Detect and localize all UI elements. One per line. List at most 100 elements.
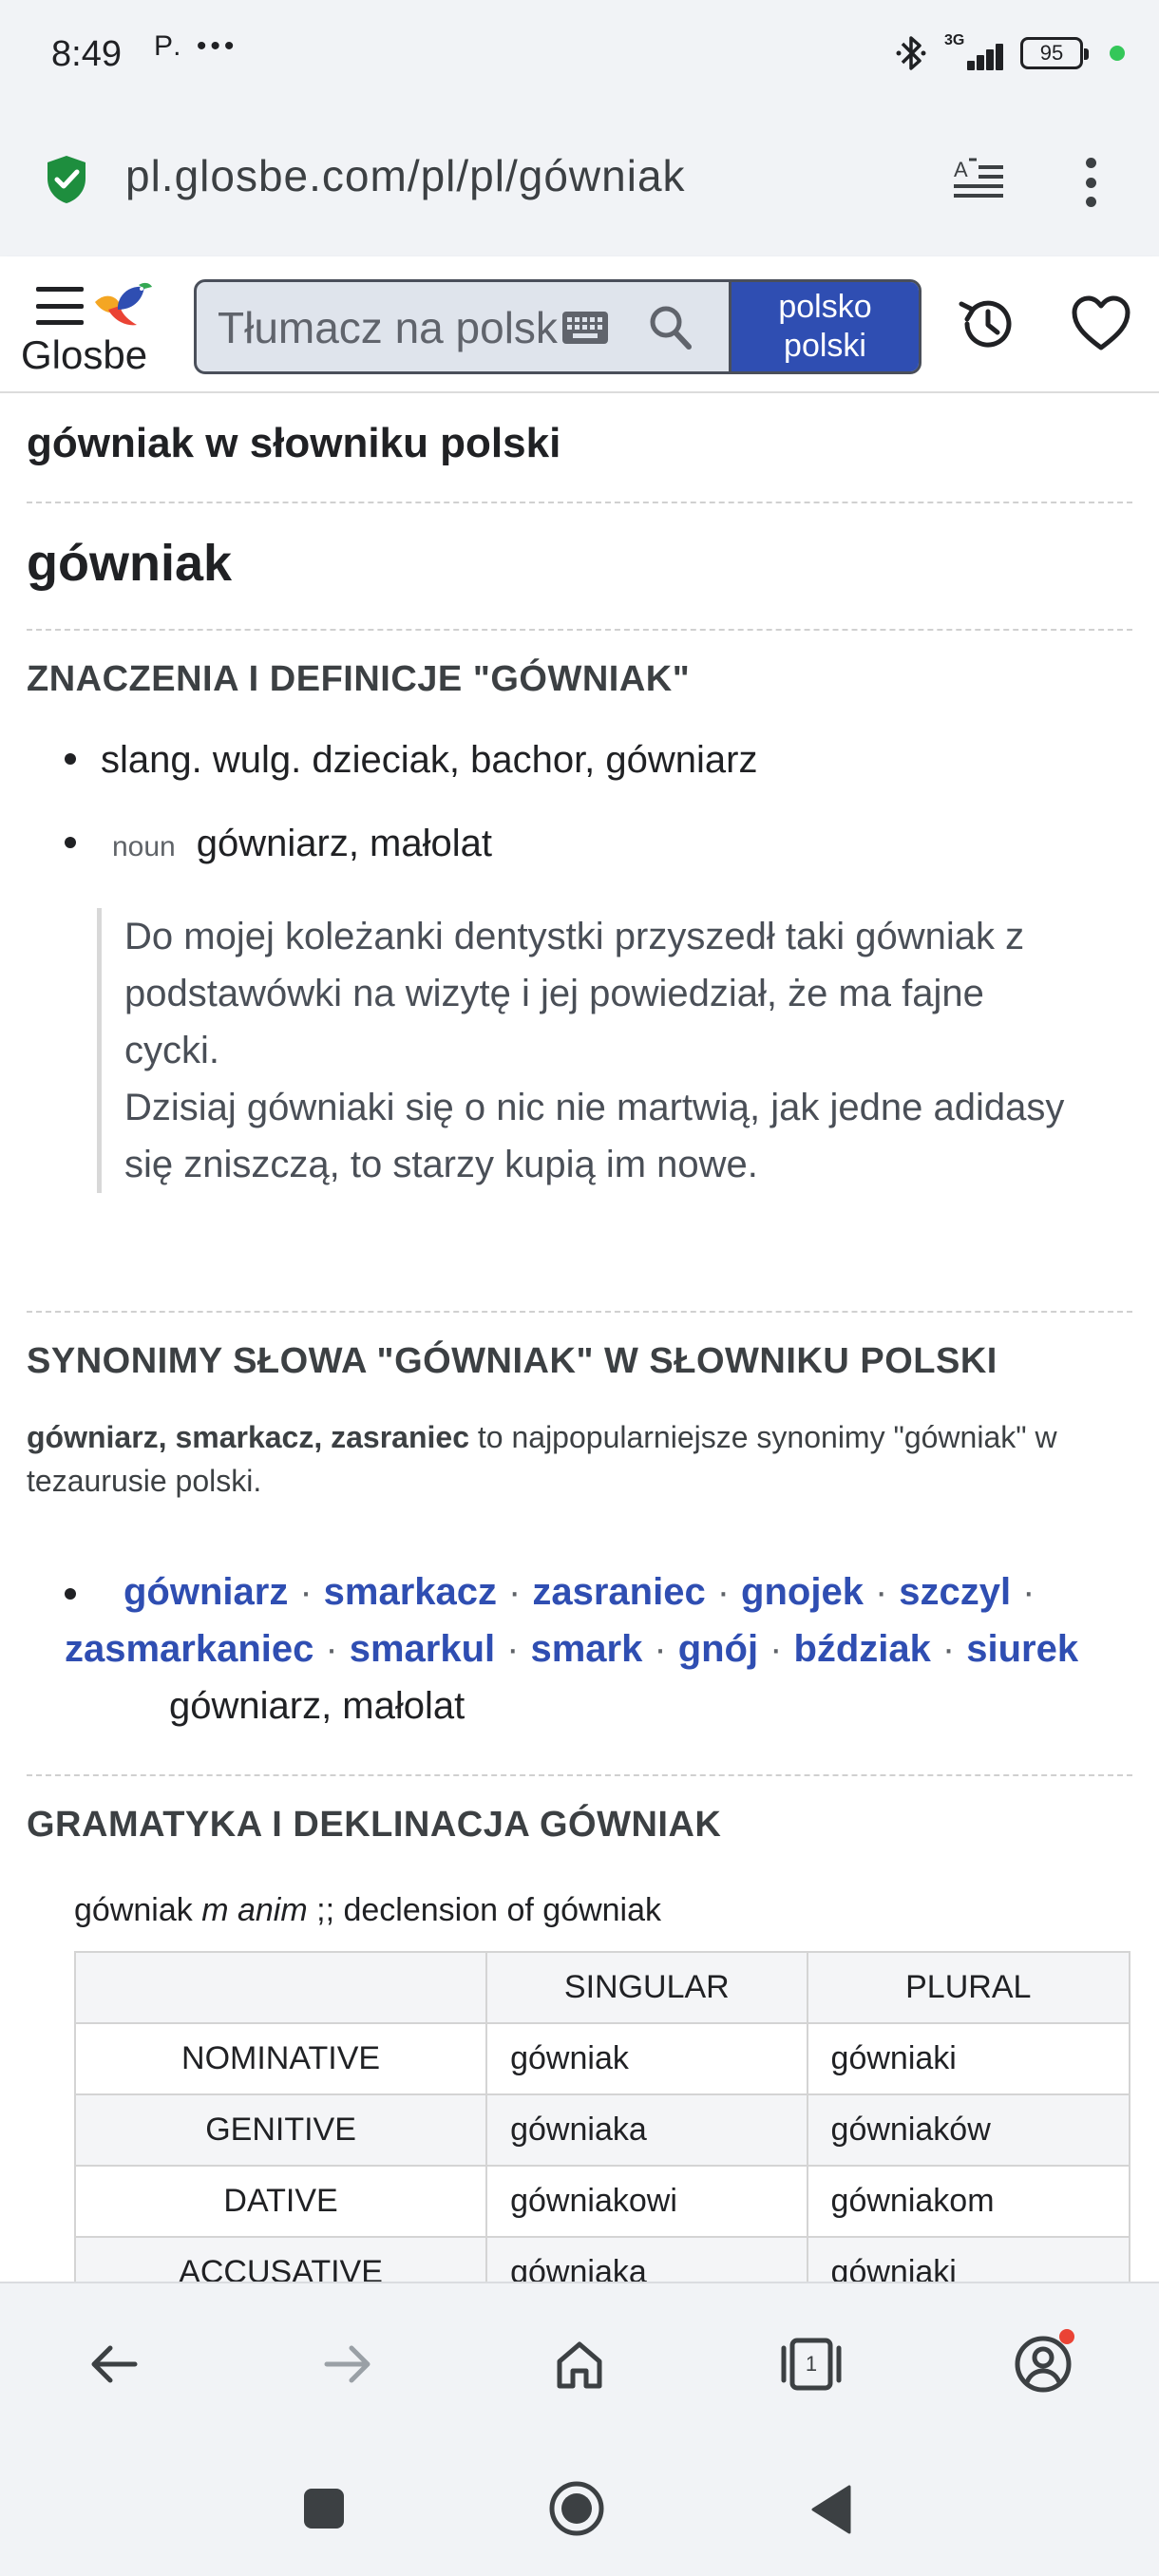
divider	[27, 502, 1132, 503]
table-header	[73, 1951, 488, 2024]
singular-form: gówniaka	[485, 2093, 808, 2167]
back-arrow-icon[interactable]	[82, 2331, 148, 2397]
case-name: GENITIVE	[73, 2093, 488, 2167]
glosbe-logo[interactable]: Glosbe	[21, 332, 147, 378]
signal-icon: 3G	[940, 32, 1007, 74]
home-icon[interactable]	[546, 2331, 613, 2397]
divider	[27, 1311, 1132, 1313]
case-name: ACCUSATIVE	[73, 2236, 488, 2282]
menu-icon[interactable]	[36, 287, 84, 325]
recents-button[interactable]	[304, 2489, 344, 2529]
synonym-link[interactable]: gnojek	[741, 1571, 864, 1613]
synonyms-line: gówniarz · smarkacz · zasraniec · gnojek · szczy…	[124, 1571, 1036, 1613]
keyboard-icon[interactable]	[561, 311, 609, 345]
synonym-link[interactable]: siurek	[966, 1628, 1078, 1670]
headword: gówniak	[27, 535, 233, 592]
status-icons: 3G 95	[895, 32, 1125, 74]
table-header: PLURAL	[806, 1951, 1131, 2024]
url-text[interactable]: pl.glosbe.com/pl/pl/gówniak	[125, 150, 686, 201]
privacy-indicator-dot	[1110, 46, 1125, 61]
more-vert-icon[interactable]	[1072, 152, 1110, 213]
language-pair-button[interactable]: polsko polski	[729, 282, 919, 371]
divider	[27, 629, 1132, 631]
synonym-link[interactable]: smark	[530, 1628, 642, 1670]
page-content: gówniak w słowniku polski gówniak ZNACZE…	[0, 393, 1159, 2282]
account-icon[interactable]	[1010, 2329, 1076, 2397]
status-time: 8:49	[51, 34, 122, 74]
battery-level: 95	[1039, 41, 1064, 65]
example-line: się zniszczą, to starzy kupią im nowe.	[124, 1144, 758, 1185]
heart-icon[interactable]	[1070, 294, 1132, 353]
meaning-item: slang. wulg. dzieciak, bachor, gówniarz	[65, 739, 757, 782]
synonym-link[interactable]: gnój	[678, 1628, 758, 1670]
synonym-link[interactable]: smarkul	[350, 1628, 495, 1670]
status-notifications: P. •••	[154, 30, 238, 62]
bullet	[65, 1588, 76, 1600]
meaning-text: slang. wulg. dzieciak, bachor, gówniarz	[101, 739, 758, 781]
dictionary-title: gówniak w słowniku polski	[27, 420, 561, 466]
declension-caption: gówniak m anim ;; declension of gówniak	[74, 1892, 662, 1928]
language-source: polsko	[778, 289, 872, 326]
plural-form: gówniakom	[806, 2165, 1131, 2238]
battery-icon: 95	[1020, 37, 1089, 69]
back-button[interactable]	[809, 2485, 851, 2534]
synonym-link[interactable]: smarkacz	[324, 1571, 497, 1613]
meaning-text: gówniarz, małolat	[196, 823, 492, 864]
tabs-count: 1	[805, 2352, 818, 2376]
system-nav-bar	[0, 2443, 1159, 2576]
forward-arrow-icon[interactable]	[314, 2331, 380, 2397]
bullet	[65, 837, 76, 848]
shield-check-icon[interactable]	[44, 154, 89, 205]
synonym-link[interactable]: zasraniec	[532, 1571, 705, 1613]
table-header-row: SINGULAR PLURAL	[73, 1951, 1131, 2024]
bullet	[65, 753, 76, 765]
synonyms-heading: SYNONIMY SŁOWA "GÓWNIAK" W SŁOWNIKU POLS…	[27, 1341, 998, 1381]
bluetooth-icon	[896, 36, 926, 70]
table-row: GENITIVE gówniaka gówniaków	[73, 2093, 1131, 2167]
browser-url-bar: pl.glosbe.com/pl/pl/gówniak A	[0, 104, 1159, 256]
language-target: polski	[784, 328, 866, 364]
meaning-item: noun gówniarz, małolat	[65, 823, 492, 865]
singular-form: gówniak	[485, 2022, 808, 2095]
example-line: cycki.	[124, 1030, 219, 1071]
table-row: DATIVE gówniakowi gówniakom	[73, 2165, 1131, 2238]
table-row: ACCUSATIVE gówniaka gówniaki	[73, 2236, 1131, 2282]
notification-dot	[1059, 2329, 1074, 2344]
site-header: Glosbe polsko polski	[0, 256, 1159, 393]
example-line: Do mojej koleżanki dentystki przyszedł t…	[124, 916, 1025, 957]
singular-form: gówniaka	[485, 2236, 808, 2282]
search-input[interactable]	[218, 303, 560, 352]
svg-text:A: A	[954, 158, 968, 181]
glosbe-bird-icon	[95, 282, 152, 326]
synonym-link[interactable]: zasmarkaniec	[65, 1628, 314, 1670]
synonyms-list: gówniarz · smarkacz · zasraniec · gnojek · szczy…	[65, 1563, 1132, 1734]
part-of-speech: noun	[112, 831, 176, 862]
table-row: NOMINATIVE gówniak gówniaki	[73, 2022, 1131, 2095]
home-button[interactable]	[547, 2479, 606, 2538]
synonyms-description: gówniarz, smarkacz, zasraniec to najpopu…	[27, 1415, 1132, 1503]
grammar-heading: GRAMATYKA I DEKLINACJA GÓWNIAK	[27, 1805, 722, 1845]
example-line: Dzisiaj gówniaki się o nic nie martwią, …	[124, 1087, 1065, 1128]
search-icon[interactable]	[647, 303, 694, 352]
plural-form: gówniaków	[806, 2093, 1131, 2167]
network-type: 3G	[944, 32, 965, 48]
example-line: podstawówki na wizytę i jej powiedział, …	[124, 973, 984, 1014]
synonyms-line: zasmarkaniec · smarkul · smark · gnój · bździak ·…	[65, 1628, 1079, 1670]
meanings-heading: ZNACZENIA I DEFINICJE "GÓWNIAK"	[27, 659, 691, 699]
table-header: SINGULAR	[485, 1951, 808, 2024]
example-quote: Do mojej koleżanki dentystki przyszedł t…	[97, 908, 1132, 1193]
reader-mode-icon[interactable]: A	[950, 152, 1007, 209]
plural-form: gówniaki	[806, 2022, 1131, 2095]
case-name: NOMINATIVE	[73, 2022, 488, 2095]
synonym-link[interactable]: bździak	[793, 1628, 930, 1670]
divider	[27, 1774, 1132, 1776]
status-bar: 8:49 P. ••• 3G 95	[0, 0, 1159, 104]
singular-form: gówniakowi	[485, 2165, 808, 2238]
browser-bottom-bar: 1	[0, 2282, 1159, 2443]
history-icon[interactable]	[956, 293, 1018, 355]
top-synonyms: gówniarz, smarkacz, zasraniec	[27, 1420, 469, 1454]
case-name: DATIVE	[73, 2165, 488, 2238]
synonym-link[interactable]: szczyl	[899, 1571, 1011, 1613]
tabs-icon[interactable]: 1	[778, 2331, 845, 2397]
synonym-link[interactable]: gówniarz	[124, 1571, 288, 1613]
